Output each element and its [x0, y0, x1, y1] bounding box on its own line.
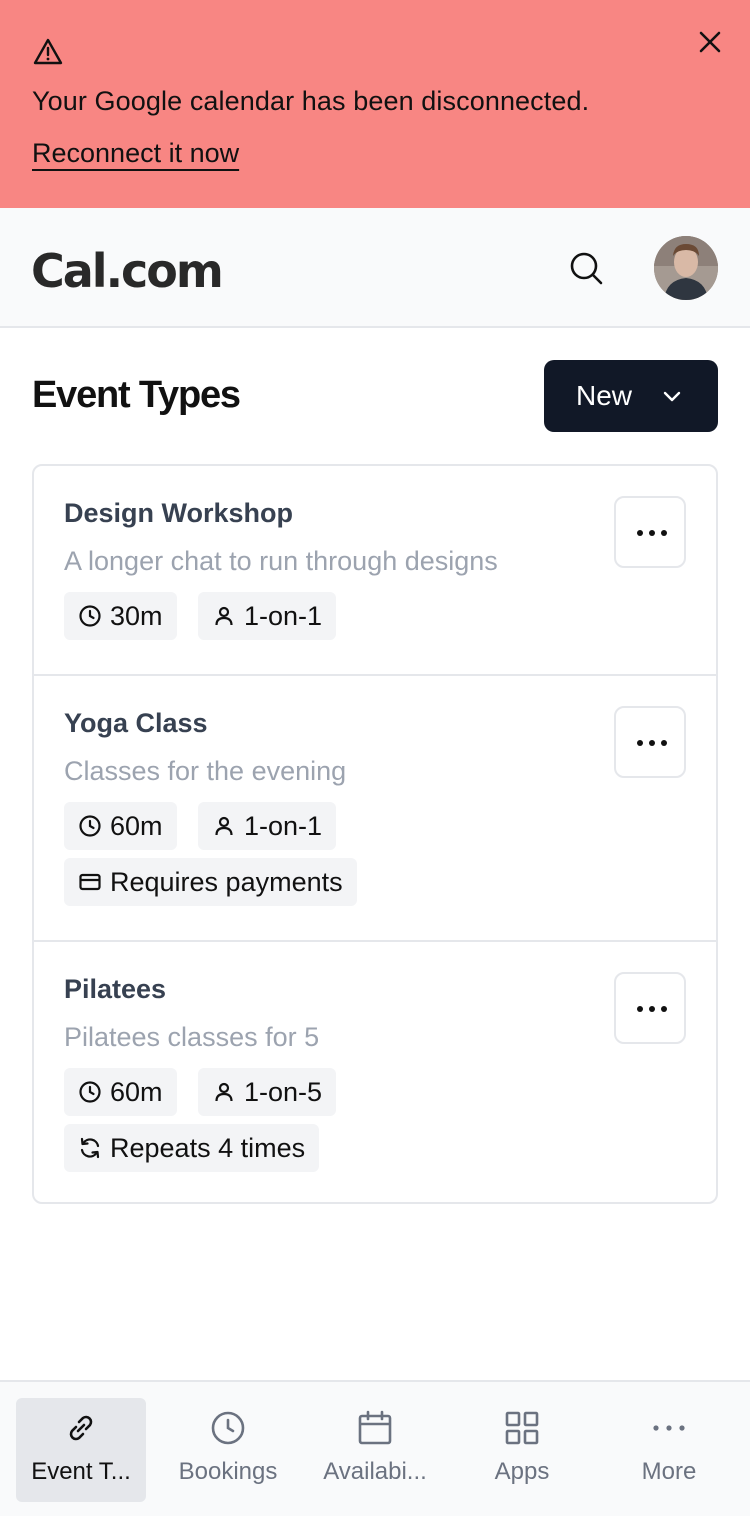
- warning-icon: [33, 38, 63, 65]
- nav-item-apps[interactable]: Apps: [457, 1398, 587, 1502]
- event-options-button[interactable]: [614, 706, 686, 778]
- alert-message: Your Google calendar has been disconnect…: [32, 86, 590, 116]
- duration-badge: 30m: [64, 592, 177, 640]
- event-options-button[interactable]: [614, 496, 686, 568]
- duration-badge: 60m: [64, 1068, 177, 1116]
- close-icon[interactable]: [694, 26, 726, 58]
- bottom-navigation: Event T... Bookings Availabi... Apps Mor…: [0, 1380, 750, 1516]
- duration-badge: 60m: [64, 802, 177, 850]
- calendar-disconnected-alert: Your Google calendar has been disconnect…: [0, 0, 750, 208]
- recurring-badge: Repeats 4 times: [64, 1124, 320, 1172]
- attendees-badge: 1-on-1: [198, 592, 337, 640]
- event-title: Pilatees: [64, 974, 167, 1004]
- refresh-icon: [80, 1137, 100, 1159]
- event-description: Pilatees classes for 5: [64, 1022, 320, 1052]
- duration-label: 60m: [110, 810, 163, 841]
- attendees-badge: 1-on-5: [198, 1068, 337, 1116]
- clock-icon: [79, 815, 101, 837]
- event-description: A longer chat to run through designs: [64, 546, 498, 576]
- event-options-button[interactable]: [614, 972, 686, 1044]
- new-button-label: New: [576, 380, 633, 411]
- duration-label: 30m: [110, 600, 163, 631]
- event-item-pilatees[interactable]: Pilatees Pilatees classes for 5 60m 1-on…: [34, 942, 716, 1202]
- nav-label: More: [641, 1458, 697, 1485]
- nav-item-bookings[interactable]: Bookings: [163, 1398, 293, 1502]
- user-icon: [215, 816, 233, 836]
- page-title: Event Types: [32, 374, 241, 416]
- app-header: Cal.com: [0, 208, 750, 328]
- user-icon: [215, 1082, 233, 1102]
- ellipsis-icon: [637, 530, 667, 536]
- attendees-label: 1-on-1: [244, 600, 323, 631]
- chevron-down-icon: [663, 391, 681, 402]
- event-title: Yoga Class: [64, 708, 208, 738]
- event-item-yoga-class[interactable]: Yoga Class Classes for the evening 60m 1…: [34, 676, 716, 942]
- ellipsis-icon: [637, 1006, 667, 1012]
- ellipsis-icon: [653, 1425, 685, 1431]
- event-types-list: Design Workshop A longer chat to run thr…: [32, 464, 718, 1204]
- recurring-label: Repeats 4 times: [110, 1132, 306, 1163]
- nav-label: Bookings: [178, 1458, 278, 1485]
- duration-label: 60m: [110, 1076, 163, 1107]
- nav-item-event-types[interactable]: Event T...: [16, 1398, 146, 1502]
- app-logo: Cal.com: [31, 244, 224, 298]
- user-icon: [215, 606, 233, 626]
- nav-item-availability[interactable]: Availabi...: [310, 1398, 440, 1502]
- search-icon[interactable]: [566, 248, 606, 288]
- user-avatar[interactable]: [654, 236, 718, 300]
- attendees-badge: 1-on-1: [198, 802, 337, 850]
- event-description: Classes for the evening: [64, 756, 347, 786]
- nav-label: Apps: [494, 1458, 550, 1485]
- attendees-label: 1-on-1: [244, 810, 323, 841]
- event-item-design-workshop[interactable]: Design Workshop A longer chat to run thr…: [34, 466, 716, 676]
- reconnect-link[interactable]: Reconnect it now: [32, 138, 239, 169]
- event-title: Design Workshop: [64, 498, 294, 528]
- payment-label: Requires payments: [110, 866, 343, 897]
- grid-icon: [505, 1411, 539, 1445]
- attendees-label: 1-on-5: [244, 1076, 323, 1107]
- nav-item-more[interactable]: More: [604, 1398, 734, 1502]
- clock-icon: [79, 605, 101, 627]
- calendar-icon: [358, 1410, 392, 1445]
- nav-label: Availabi...: [323, 1458, 427, 1485]
- credit-card-icon: [79, 873, 101, 891]
- ellipsis-icon: [637, 740, 667, 746]
- payment-badge: Requires payments: [64, 858, 357, 906]
- new-event-button[interactable]: New: [544, 360, 718, 432]
- nav-label: Event T...: [31, 1458, 131, 1485]
- clock-icon: [79, 1081, 101, 1103]
- link-icon: [69, 1415, 93, 1441]
- clock-icon: [211, 1411, 245, 1445]
